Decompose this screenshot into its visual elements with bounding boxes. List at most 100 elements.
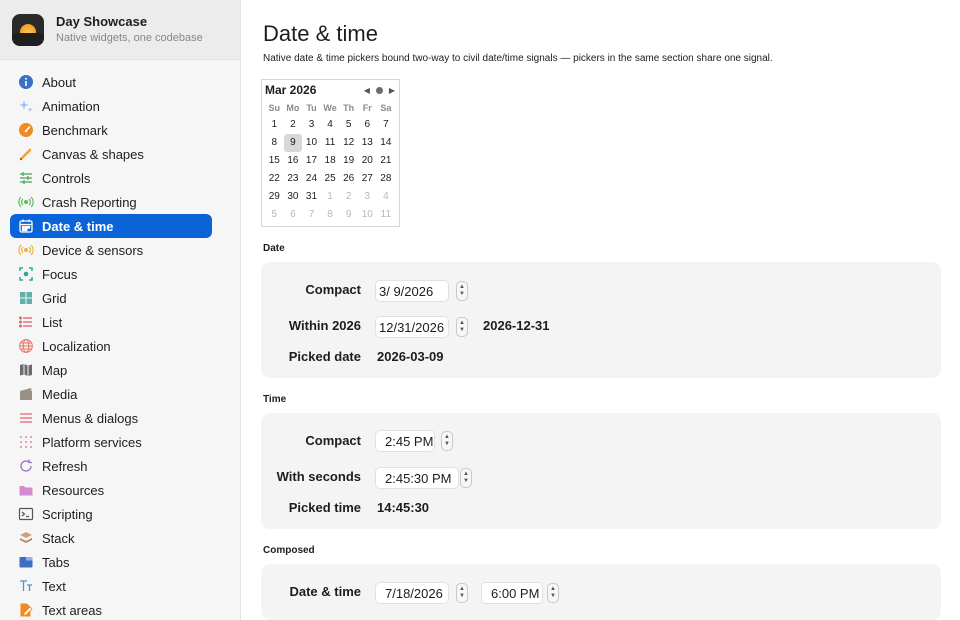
calendar-day[interactable]: 1 [321,188,340,206]
compact-date-field[interactable]: 3/ 9/2026 [375,280,449,302]
calendar-day[interactable]: 23 [284,170,303,188]
calendar-day[interactable]: 13 [358,134,377,152]
calendar-day[interactable]: 11 [321,134,340,152]
sidebar-item-localization[interactable]: Localization [10,334,212,358]
sidebar-item-label: Stack [42,530,75,546]
sidebar-item-label: Text areas [42,602,102,618]
calendar-day[interactable]: 30 [284,188,303,206]
next-month-button[interactable]: ▶ [389,86,395,95]
speedometer-icon [18,122,34,138]
today-button[interactable] [375,86,383,94]
calendar-day[interactable]: 1 [265,116,284,134]
sidebar-item-label: Focus [42,266,78,282]
picked-date-label: Picked date [288,349,361,364]
sidebar-item-media[interactable]: Media [10,382,212,406]
composed-date-field[interactable]: 7/18/2026 [375,582,449,604]
sidebar-item-grid[interactable]: Grid [10,286,212,310]
calendar-day[interactable]: 7 [377,116,396,134]
compact-time-field[interactable]: 2:45 PM [375,430,435,452]
calendar-day[interactable]: 24 [302,170,321,188]
within-2026-stepper[interactable]: ▲ ▼ [456,317,468,337]
sidebar-item-refresh[interactable]: Refresh [10,454,212,478]
calendar-day[interactable]: 31 [302,188,321,206]
sidebar-nav: About Animation Benchmark Canvas & shapes Co… [0,60,240,620]
within-2026-date-field[interactable]: 12/31/2026 [375,316,449,338]
compact-time-stepper[interactable]: ▲ ▼ [441,431,453,451]
calendar-day[interactable]: 17 [302,152,321,170]
calendar-day[interactable]: 2 [339,188,358,206]
sidebar-item-label: List [42,314,63,330]
sidebar-item-device-and-sensors[interactable]: Device & sensors [10,238,212,262]
calendar-day[interactable]: 15 [265,152,284,170]
calendar-day[interactable]: 12 [339,134,358,152]
calendar-day[interactable]: 4 [321,116,340,134]
info-icon [18,74,34,90]
calendar-day[interactable]: 19 [339,152,358,170]
sidebar-item-menus-and-dialogs[interactable]: Menus & dialogs [10,406,212,430]
sidebar-item-tabs[interactable]: Tabs [10,550,212,574]
sidebar-item-text-areas[interactable]: Text areas [10,598,212,620]
calendar-day[interactable]: 8 [265,134,284,152]
calendar-day[interactable]: 6 [358,116,377,134]
sidebar-item-canvas-and-shapes[interactable]: Canvas & shapes [10,142,212,166]
calendar-day[interactable]: 21 [377,152,396,170]
calendar-day[interactable]: 29 [265,188,284,206]
weekday-header: Su [268,103,281,113]
list-icon [18,314,34,330]
sidebar-item-benchmark[interactable]: Benchmark [10,118,212,142]
calendar-day[interactable]: 22 [265,170,284,188]
prev-month-button[interactable]: ◀ [364,86,370,95]
calendar-day-selected[interactable]: 9 [283,134,303,152]
calendar-day[interactable]: 14 [377,134,396,152]
calendar-day[interactable]: 28 [377,170,396,188]
with-seconds-time-field[interactable]: 2:45:30 PM [375,467,459,489]
sidebar-item-date-and-time[interactable]: Date & time [10,214,212,238]
page-title: Date & time [263,21,378,46]
calendar-day[interactable]: 3 [358,188,377,206]
sidebar-item-label: Refresh [42,458,88,474]
sidebar-item-text[interactable]: Text [10,574,212,598]
calendar-grid: Su Mo Tu We Th Fr Sa 1 2 3 4 5 6 7 8 9 10 11 12 13 14 15 16 17 1… [262,100,399,224]
sidebar-item-focus[interactable]: Focus [10,262,212,286]
sidebar-item-map[interactable]: Map [10,358,212,382]
calendar-day[interactable]: 18 [321,152,340,170]
calendar-day[interactable]: 25 [321,170,340,188]
sidebar-item-about[interactable]: About [10,70,212,94]
page-description: Native date & time pickers bound two-way… [263,53,773,64]
calendar-day[interactable]: 4 [377,188,396,206]
calendar-day[interactable]: 5 [339,116,358,134]
calendar-day[interactable]: 5 [265,206,284,224]
calendar-day[interactable]: 16 [284,152,303,170]
compact-date-stepper[interactable]: ▲ ▼ [456,281,468,301]
picked-date-value: 2026-03-09 [377,349,444,364]
sidebar-item-platform-services[interactable]: Platform services [10,430,212,454]
calendar-day[interactable]: 10 [358,206,377,224]
composed-time-stepper[interactable]: ▲ ▼ [547,583,559,603]
calendar-day[interactable]: 2 [284,116,303,134]
calendar-day[interactable]: 9 [339,206,358,224]
with-seconds-stepper[interactable]: ▲ ▼ [460,468,472,488]
sidebar-item-stack[interactable]: Stack [10,526,212,550]
sidebar-item-controls[interactable]: Controls [10,166,212,190]
calendar-day[interactable]: 10 [302,134,321,152]
sidebar-item-resources[interactable]: Resources [10,478,212,502]
calendar-day[interactable]: 26 [339,170,358,188]
sidebar-item-scripting[interactable]: Scripting [10,502,212,526]
composed-date-stepper[interactable]: ▲ ▼ [456,583,468,603]
calendar-picker[interactable]: Mar 2026 ◀ ▶ Su Mo Tu We Th Fr Sa 1 2 3 4 5 6 7 8 9 10 11… [261,79,400,227]
sidebar-item-animation[interactable]: Animation [10,94,212,118]
calendar-day[interactable]: 7 [302,206,321,224]
composed-time-field[interactable]: 6:00 PM [481,582,543,604]
within-2026-label: Within 2026 [288,318,361,333]
calendar-day[interactable]: 20 [358,152,377,170]
sidebar-item-list[interactable]: List [10,310,212,334]
sidebar-item-crash-reporting[interactable]: Crash Reporting [10,190,212,214]
calendar-day[interactable]: 27 [358,170,377,188]
date-and-time-label: Date & time [289,584,361,599]
sidebar-item-label: Scripting [42,506,93,522]
calendar-day[interactable]: 8 [321,206,340,224]
calendar-day[interactable]: 11 [377,206,396,224]
time-card: Compact 2:45 PM ▲ ▼ With seconds 2:45:30 … [261,413,941,529]
calendar-day[interactable]: 6 [284,206,303,224]
calendar-day[interactable]: 3 [302,116,321,134]
